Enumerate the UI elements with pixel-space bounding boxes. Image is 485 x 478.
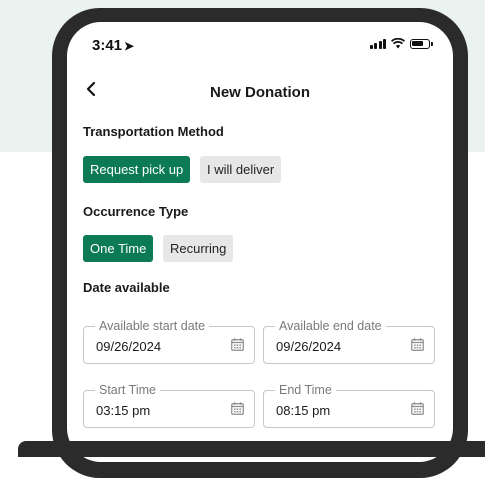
request-pickup-chip[interactable]: Request pick up	[83, 156, 191, 183]
start-time-value: 03:15 pm	[96, 403, 151, 418]
battery-tip	[431, 41, 433, 46]
status-icons	[369, 38, 433, 49]
end-date-legend: Available end date	[275, 319, 386, 333]
calendar-icon[interactable]	[411, 402, 424, 415]
end-time-legend: End Time	[275, 383, 336, 397]
end-time-value: 08:15 pm	[276, 403, 331, 418]
recurring-chip[interactable]: Recurring	[163, 235, 234, 262]
calendar-icon[interactable]	[411, 338, 424, 351]
transportation-label: Transportation Method	[83, 124, 224, 139]
status-time: 3:41 ➤	[92, 37, 134, 54]
start-time-legend: Start Time	[95, 383, 160, 397]
date-available-label: Date available	[83, 280, 170, 295]
end-date-value: 09/26/2024	[276, 339, 342, 354]
status-time-text: 3:41	[92, 37, 123, 54]
one-time-chip[interactable]: One Time	[83, 235, 154, 262]
signal-icon	[369, 38, 386, 49]
battery-icon	[410, 38, 430, 49]
start-time-field[interactable]: Start Time 03:15 pm	[83, 383, 255, 428]
calendar-icon[interactable]	[231, 402, 244, 415]
calendar-icon[interactable]	[231, 338, 244, 351]
end-date-field[interactable]: Available end date 09/26/2024	[263, 319, 435, 364]
end-time-field[interactable]: End Time 08:15 pm	[263, 383, 435, 428]
phone-screen: 3:41 ➤ New Donation Transportation Method…	[67, 22, 453, 462]
page-title: New Donation	[210, 84, 310, 101]
occurrence-label: Occurrence Type	[83, 204, 189, 219]
location-arrow-icon: ➤	[124, 39, 135, 53]
i-will-deliver-chip[interactable]: I will deliver	[200, 156, 282, 183]
start-date-value: 09/26/2024	[96, 339, 162, 354]
start-date-legend: Available start date	[95, 319, 210, 333]
start-date-field[interactable]: Available start date 09/26/2024	[83, 319, 255, 364]
wifi-icon	[391, 38, 405, 49]
